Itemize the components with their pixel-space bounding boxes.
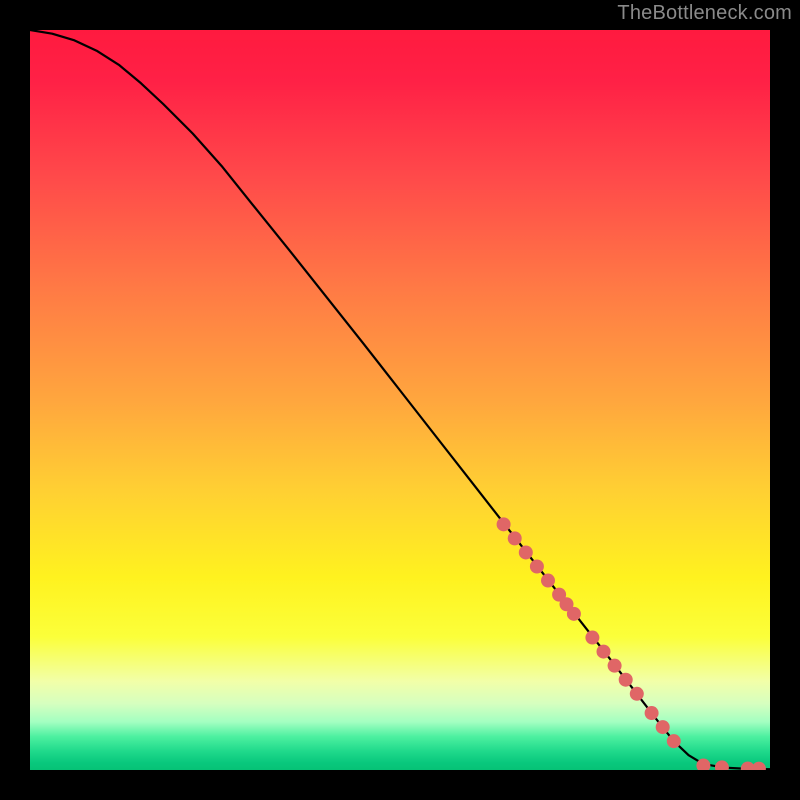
scatter-point bbox=[597, 645, 611, 659]
scatter-point bbox=[541, 574, 555, 588]
scatter-point bbox=[630, 687, 644, 701]
scatter-point bbox=[508, 531, 522, 545]
scatter-point bbox=[567, 607, 581, 621]
gradient-background bbox=[30, 30, 770, 770]
scatter-point bbox=[585, 631, 599, 645]
scatter-point bbox=[656, 720, 670, 734]
scatter-point bbox=[619, 673, 633, 687]
plot-area bbox=[30, 30, 770, 770]
scatter-point bbox=[530, 560, 544, 574]
scatter-point bbox=[667, 734, 681, 748]
scatter-point bbox=[608, 659, 622, 673]
scatter-point bbox=[645, 706, 659, 720]
chart-frame: TheBottleneck.com bbox=[0, 0, 800, 800]
plot-svg bbox=[30, 30, 770, 770]
scatter-point bbox=[497, 517, 511, 531]
attribution-text: TheBottleneck.com bbox=[617, 2, 792, 25]
scatter-point bbox=[519, 545, 533, 559]
